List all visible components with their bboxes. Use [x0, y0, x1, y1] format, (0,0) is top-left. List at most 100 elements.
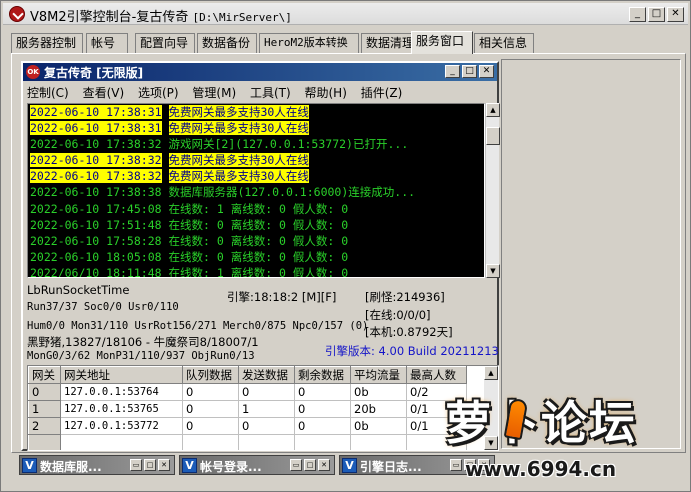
log-line: 2022-06-10 17:38:32 免费网关最多支持30人在线 — [28, 168, 484, 184]
minimized-title: 引擎日志... — [360, 460, 422, 474]
col-gateway[interactable]: 网关 — [28, 366, 61, 384]
table-row[interactable]: 0 127.0.0.1:53764 0 0 0 0b 0/2 — [28, 383, 467, 401]
maximize-icon[interactable]: □ — [144, 459, 156, 471]
child-maximize-button[interactable]: □ — [462, 65, 477, 78]
log-line-message: 免费网关最多支持30人在线 — [168, 105, 309, 119]
status-panel: LbRunSocketTime Run37/37 Soc0/0 Usr0/110… — [27, 281, 499, 363]
gateway-header-row: 网关 网关地址 队列数据 发送数据 剩余数据 平均流量 最高人数 — [28, 366, 467, 384]
log-line-time: 2022-06-10 18:05:08 — [30, 249, 162, 264]
child-minimize-button[interactable]: _ — [445, 65, 460, 78]
watermark: 萝卜论坛 www.6994.cn — [441, 385, 689, 489]
table-cell: 0 — [238, 417, 295, 435]
status-hum: Hum0/0 Mon31/110 UsrRot156/271 Merch0/87… — [27, 320, 369, 332]
scroll-up-arrow-icon[interactable]: ▲ — [486, 103, 500, 117]
col-remaining-data[interactable]: 剩余数据 — [294, 366, 351, 384]
close-icon[interactable]: ✕ — [318, 459, 330, 471]
table-cell — [294, 434, 351, 450]
tab-account[interactable]: 帐号 — [86, 33, 128, 53]
tab-server-control[interactable]: 服务器控制 — [11, 33, 83, 53]
status-mon-group: MonG0/3/62 MonP31/110/937 ObjRun0/13 — [27, 350, 255, 362]
child-close-button[interactable]: ✕ — [479, 65, 494, 78]
table-cell: 0 — [28, 383, 61, 401]
menu-help[interactable]: 帮助(H) — [305, 84, 347, 102]
tab-herom2-convert[interactable]: HeroM2版本转换 — [259, 33, 359, 53]
minimized-window-database[interactable]: V 数据库服... ▭ □ ✕ — [19, 455, 175, 475]
scroll-thumb[interactable] — [486, 127, 500, 145]
menu-manage[interactable]: 管理(M) — [192, 84, 236, 102]
restore-icon[interactable]: ▭ — [290, 459, 302, 471]
table-cell — [350, 434, 407, 450]
close-icon[interactable]: ✕ — [158, 459, 170, 471]
gateway-table[interactable]: 网关 网关地址 队列数据 发送数据 剩余数据 平均流量 最高人数 0 127.0.… — [27, 365, 499, 451]
child-title-bar[interactable]: OK 复古传奇 [无限版] _ □ ✕ — [23, 63, 497, 81]
close-button[interactable]: ✕ — [667, 7, 684, 22]
maximize-icon[interactable]: □ — [304, 459, 316, 471]
log-line-message: 免费网关最多支持30人在线 — [168, 169, 309, 184]
engine-time: 引擎:18:18:2 [M][F] — [227, 290, 337, 304]
log-line: 2022-06-10 17:38:31 免费网关最多支持30人在线 — [28, 120, 484, 136]
col-queue-data[interactable]: 队列数据 — [182, 366, 239, 384]
log-line: 2022-06-10 17:38:38 数据库服务器(127.0.0.1:600… — [28, 184, 484, 200]
col-gateway-address[interactable]: 网关地址 — [60, 366, 183, 384]
scroll-down-arrow-icon[interactable]: ▼ — [486, 264, 500, 278]
log-line-time: 2022-06-10 17:58:28 — [30, 233, 162, 248]
log-line: 2022-06-10 18:05:08 在线数: 0 离线数: 0 假人数: 0 — [28, 249, 484, 265]
log-line-message: 在线数: 1 离线数: 0 假人数: 0 — [168, 265, 349, 278]
log-line: 2022-06-10 17:38:32 游戏网关[2](127.0.0.1:53… — [28, 136, 484, 152]
log-line-message: 数据库服务器(127.0.0.1:6000)连接成功... — [168, 185, 416, 200]
maximize-button[interactable]: □ — [648, 7, 665, 22]
col-send-data[interactable]: 发送数据 — [238, 366, 295, 384]
table-cell — [60, 434, 183, 450]
status-socket-time: LbRunSocketTime — [27, 283, 130, 297]
log-line: 2022-06-10 17:51:48 在线数: 0 离线数: 0 假人数: 0 — [28, 217, 484, 233]
minimized-title: 数据库服... — [40, 460, 102, 474]
menu-plugins[interactable]: 插件(Z) — [361, 84, 403, 102]
menu-control[interactable]: 控制(C) — [27, 84, 69, 102]
log-line-message: 在线数: 1 离线数: 0 假人数: 0 — [168, 201, 349, 216]
table-cell: 0 — [182, 383, 239, 401]
log-line: 2022-06-10 17:38:32 免费网关最多支持30人在线 — [28, 152, 484, 168]
minimize-button[interactable]: _ — [629, 7, 646, 22]
minimized-window-account-login[interactable]: V 帐号登录... ▭ □ ✕ — [179, 455, 335, 475]
table-cell — [182, 434, 239, 450]
table-row[interactable]: 1 127.0.0.1:53765 0 1 0 20b 0/1 — [28, 400, 467, 418]
table-row[interactable]: 2 127.0.0.1:53772 0 0 0 0b 0/1 — [28, 417, 467, 435]
window-title-text: V8M2引擎控制台-复古传奇 — [30, 10, 189, 25]
menu-tools[interactable]: 工具(T) — [250, 84, 291, 102]
window-path: [D:\MirServer\] — [192, 11, 292, 24]
table-scroll-up-arrow-icon[interactable]: ▲ — [484, 366, 498, 380]
status-monster: 黑野猪,13827/18106 - 牛魔祭司8/18007/1 — [27, 335, 259, 349]
watermark-logo-left: 萝 — [445, 396, 493, 450]
tab-data-backup[interactable]: 数据备份 — [197, 33, 257, 53]
col-avg-traffic[interactable]: 平均流量 — [350, 366, 407, 384]
v-app-icon: V — [342, 458, 357, 473]
log-line-message: 在线数: 0 离线数: 0 假人数: 0 — [168, 217, 349, 232]
tab-related-info[interactable]: 相关信息 — [474, 33, 534, 53]
log-line-time: 2022-06-10 17:38:38 — [30, 185, 162, 200]
v-app-icon: V — [22, 458, 37, 473]
menu-bar: 控制(C) 查看(V) 选项(P) 管理(M) 工具(T) 帮助(H) 插件(Z… — [27, 84, 412, 102]
log-scrollbar[interactable]: ▲ ▼ — [485, 103, 500, 278]
log-line-text: 2022-06-10 17:38:31 — [30, 105, 162, 119]
tab-config-wizard[interactable]: 配置向导 — [135, 33, 195, 53]
log-line-message: 在线数: 0 离线数: 0 假人数: 0 — [168, 233, 349, 248]
log-line-message: 游戏网关[2](127.0.0.1:53772)已打开... — [168, 137, 409, 152]
menu-options[interactable]: 选项(P) — [138, 84, 179, 102]
col-max-players[interactable]: 最高人数 — [406, 366, 467, 384]
table-cell: 0 — [294, 417, 351, 435]
restore-icon[interactable]: ▭ — [130, 459, 142, 471]
log-output[interactable]: 2022-06-10 17:38:31 免费网关最多支持30人在线 2022-06… — [27, 103, 485, 278]
ok-status-icon: OK — [26, 65, 40, 79]
menu-view[interactable]: 查看(V) — [83, 84, 125, 102]
machine-uptime: [本机:0.8792天] — [365, 325, 453, 339]
log-line-message: 在线数: 0 离线数: 0 假人数: 0 — [168, 249, 349, 264]
main-window: V8M2引擎控制台-复古传奇 [D:\MirServer\] _ □ ✕ 服务器… — [0, 0, 691, 492]
table-cell: 127.0.0.1:53764 — [60, 383, 183, 401]
title-bar[interactable]: V8M2引擎控制台-复古传奇 [D:\MirServer\] _ □ ✕ — [3, 3, 688, 25]
log-line-message: 免费网关最多支持30人在线 — [168, 121, 309, 136]
tab-service-window[interactable]: 服务窗口 — [411, 31, 473, 54]
log-line: 2022/06/10 18:11:48 在线数: 1 离线数: 0 假人数: 0 — [28, 265, 484, 278]
table-cell: 0b — [350, 417, 407, 435]
app-logo-icon — [9, 6, 25, 22]
log-line-text: 2022-06-10 17:38:31 — [30, 121, 162, 136]
